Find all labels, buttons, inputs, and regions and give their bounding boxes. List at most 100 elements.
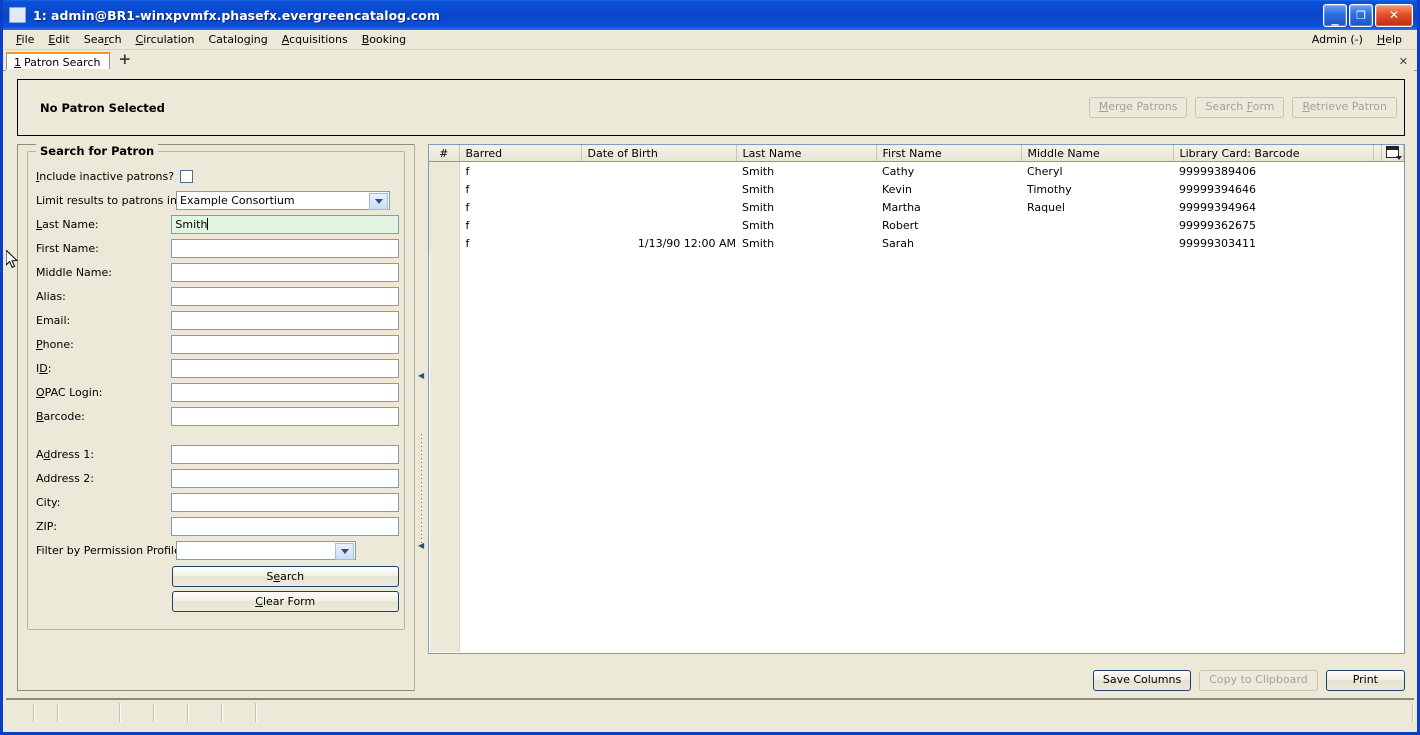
first-name-label: First Name: (36, 241, 99, 255)
form-row-limit-results: Limit results to patrons in Example Cons… (33, 188, 399, 212)
status-cell-1 (6, 703, 35, 722)
cell-filler (1373, 161, 1382, 180)
column-header-dob[interactable]: Date of Birth (581, 145, 737, 162)
alias-input[interactable] (171, 286, 399, 306)
new-tab-button[interactable]: + (110, 52, 139, 68)
form-row-clear-button: Clear Form (33, 587, 399, 612)
limit-results-select[interactable]: Example Consortium (176, 190, 390, 210)
email-label: Email: (36, 313, 71, 327)
last-name-label: Last Name: (36, 217, 99, 231)
column-header-last-name[interactable]: Last Name (736, 145, 877, 162)
table-row[interactable]: 5 f 1/13/90 12:00 AM Smith Sarah 9999930… (429, 234, 1404, 252)
email-input[interactable] (171, 310, 399, 330)
results-table: # Barred Date of Birth Last Name First N… (429, 145, 1404, 252)
search-form-button[interactable]: Search Form (1195, 96, 1285, 119)
menu-file[interactable]: File (9, 31, 41, 48)
city-input[interactable] (171, 492, 399, 512)
cell-last-name: Smith (736, 198, 876, 216)
cell-barcode: 99999303411 (1173, 234, 1373, 252)
row-number-gutter (430, 162, 460, 652)
middle-name-input[interactable] (171, 262, 399, 282)
menu-edit[interactable]: Edit (41, 31, 76, 48)
form-row-alias: Alias: (33, 284, 399, 308)
menu-booking[interactable]: Booking (355, 31, 413, 48)
tab-number: 1 (14, 55, 21, 69)
phone-label: Phone: (36, 337, 74, 351)
close-button[interactable]: ✕ (1375, 3, 1413, 27)
address2-label: Address 2: (36, 471, 95, 485)
status-cell-message (257, 703, 1414, 722)
form-row-zip: ZIP: (33, 514, 399, 538)
cell-picker-filler (1381, 161, 1404, 180)
print-button[interactable]: Print (1325, 669, 1405, 691)
chevron-down-icon (335, 542, 354, 560)
column-header-middle-name[interactable]: Middle Name (1021, 145, 1174, 162)
column-header-first-name[interactable]: First Name (876, 145, 1022, 162)
opac-login-input[interactable] (171, 382, 399, 402)
splitter-collapse-left-icon[interactable]: ◀ (418, 372, 425, 380)
barcode-input[interactable] (171, 406, 399, 426)
cell-first-name: Martha (876, 198, 1021, 216)
maximize-button[interactable]: ❐ (1349, 3, 1373, 27)
form-row-address1: Address 1: (33, 442, 399, 466)
cell-first-name: Kevin (876, 180, 1021, 198)
last-name-input[interactable]: Smith (171, 214, 399, 234)
menu-search[interactable]: Search (77, 31, 129, 48)
cell-barcode: 99999389406 (1173, 161, 1373, 180)
cell-dob (581, 161, 736, 180)
clear-form-button[interactable]: Clear Form (171, 591, 399, 612)
cell-barcode: 99999394646 (1173, 180, 1373, 198)
table-row[interactable]: 3 f Smith Martha Raquel 99999394964 (429, 198, 1404, 216)
table-row[interactable]: 2 f Smith Kevin Timothy 99999394646 (429, 180, 1404, 198)
column-header-barred[interactable]: Barred (459, 145, 582, 162)
table-row[interactable]: 1 f Smith Cathy Cheryl 99999389406 (429, 161, 1404, 180)
include-inactive-checkbox[interactable] (180, 169, 193, 183)
menu-cataloging[interactable]: Cataloging (201, 31, 274, 48)
cell-middle-name: Cheryl (1021, 161, 1173, 180)
zip-input[interactable] (171, 516, 399, 536)
address1-input[interactable] (171, 444, 399, 464)
minimize-button[interactable]: _ (1323, 3, 1347, 27)
cell-last-name: Smith (736, 234, 876, 252)
form-row-include-inactive: Include inactive patrons? (33, 164, 399, 188)
limit-results-label: Limit results to patrons in (36, 193, 177, 207)
cell-first-name: Cathy (876, 161, 1021, 180)
search-for-patron-group: Search for Patron Include inactive patro… (27, 144, 405, 630)
opac-login-label: OPAC Login: (36, 385, 103, 399)
middle-name-label: Middle Name: (36, 265, 112, 279)
form-row-address2: Address 2: (33, 466, 399, 490)
cell-barred: f (459, 198, 581, 216)
panel-splitter[interactable]: ◀ ◀ (414, 144, 429, 691)
column-header-library-card[interactable]: Library Card: Barcode (1173, 145, 1374, 162)
menu-circulation[interactable]: Circulation (129, 31, 202, 48)
save-columns-button[interactable]: Save Columns (1092, 669, 1192, 691)
cell-barred: f (459, 216, 581, 234)
close-tab-button[interactable]: ✕ (1399, 55, 1417, 70)
address2-input[interactable] (171, 468, 399, 488)
menu-help[interactable]: Help (1370, 31, 1409, 48)
retrieve-patron-button[interactable]: Retrieve Patron (1292, 96, 1397, 119)
cell-picker-filler (1381, 180, 1404, 198)
cell-last-name: Smith (736, 180, 876, 198)
copy-to-clipboard-button[interactable]: Copy to Clipboard (1199, 669, 1318, 691)
limit-results-value: Example Consortium (180, 193, 295, 207)
cell-barred: f (459, 234, 581, 252)
status-cell-4 (121, 703, 155, 722)
column-picker-button[interactable] (1381, 145, 1404, 162)
table-row[interactable]: 4 f Smith Robert 99999362675 (429, 216, 1404, 234)
form-row-id: ID: (33, 356, 399, 380)
first-name-input[interactable] (171, 238, 399, 258)
form-row-search-button: Search (33, 562, 399, 587)
splitter-collapse-right-icon[interactable]: ◀ (418, 542, 425, 550)
permission-profile-select[interactable] (176, 540, 356, 560)
menu-admin[interactable]: Admin (-) (1305, 31, 1370, 48)
cell-first-name: Sarah (876, 234, 1021, 252)
menu-acquisitions[interactable]: Acquisitions (275, 31, 355, 48)
merge-patrons-button[interactable]: Merge Patrons (1088, 96, 1188, 119)
results-table-header: # Barred Date of Birth Last Name First N… (429, 145, 1404, 162)
zip-label: ZIP: (36, 519, 58, 533)
phone-input[interactable] (171, 334, 399, 354)
column-header-index[interactable]: # (429, 145, 460, 162)
search-button[interactable]: Search (171, 566, 399, 587)
id-input[interactable] (171, 358, 399, 378)
